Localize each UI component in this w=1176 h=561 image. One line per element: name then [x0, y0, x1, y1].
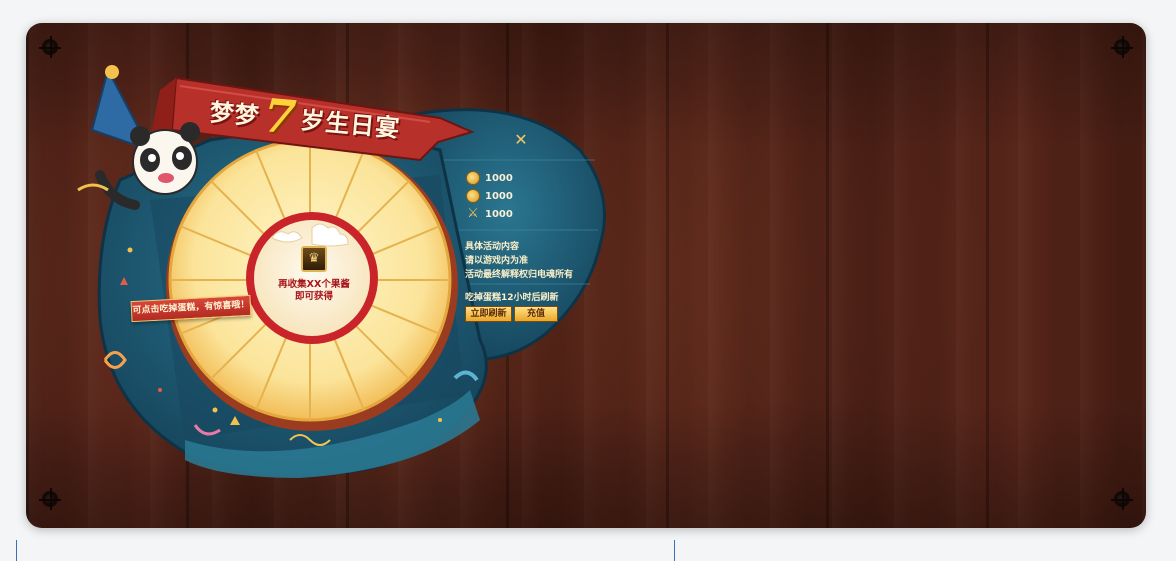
rules-line: 请以游戏内为准 — [465, 256, 529, 266]
stat-value: 1000 — [485, 172, 513, 184]
stat-coins: 1000 — [466, 188, 513, 204]
refresh-note: 吃掉蛋糕12小时后刷新 — [465, 293, 559, 303]
cake-center-line: 再收集XX个果酱 — [278, 279, 350, 290]
recharge-button[interactable]: 充值 — [514, 306, 558, 322]
birthday-scene — [77, 65, 606, 478]
sword-icon: ⚔ — [467, 206, 479, 221]
rules-line: 活动最终解释权归电魂所有 — [465, 270, 574, 280]
gold-coin-icon — [466, 171, 480, 185]
cake-center-line: 即可获得 — [294, 291, 333, 302]
stat-value: 1000 — [485, 190, 513, 202]
screw-icon — [1111, 488, 1133, 510]
refresh-now-button[interactable]: 立即刷新 — [465, 306, 512, 322]
title-number: 7 — [261, 88, 299, 145]
rules-line: 具体活动内容 — [465, 242, 520, 252]
screw-icon — [1111, 36, 1133, 58]
screw-icon — [39, 488, 61, 510]
close-button[interactable]: ✕ — [512, 131, 530, 149]
stat-sword: ⚔ 1000 — [466, 206, 513, 222]
medal-icon[interactable]: ♛ — [301, 246, 327, 272]
cake-center-text: 再收集XX个果酱 即可获得 — [266, 279, 362, 303]
stat-value: 1000 — [485, 208, 513, 220]
rules-text: 具体活动内容 请以游戏内为准 活动最终解释权归电魂所有 — [465, 240, 573, 282]
screw-icon — [39, 36, 61, 58]
stat-gold: 1000 — [466, 170, 513, 186]
title-text: 梦梦 — [208, 97, 261, 131]
gold-coin-icon — [466, 189, 480, 203]
